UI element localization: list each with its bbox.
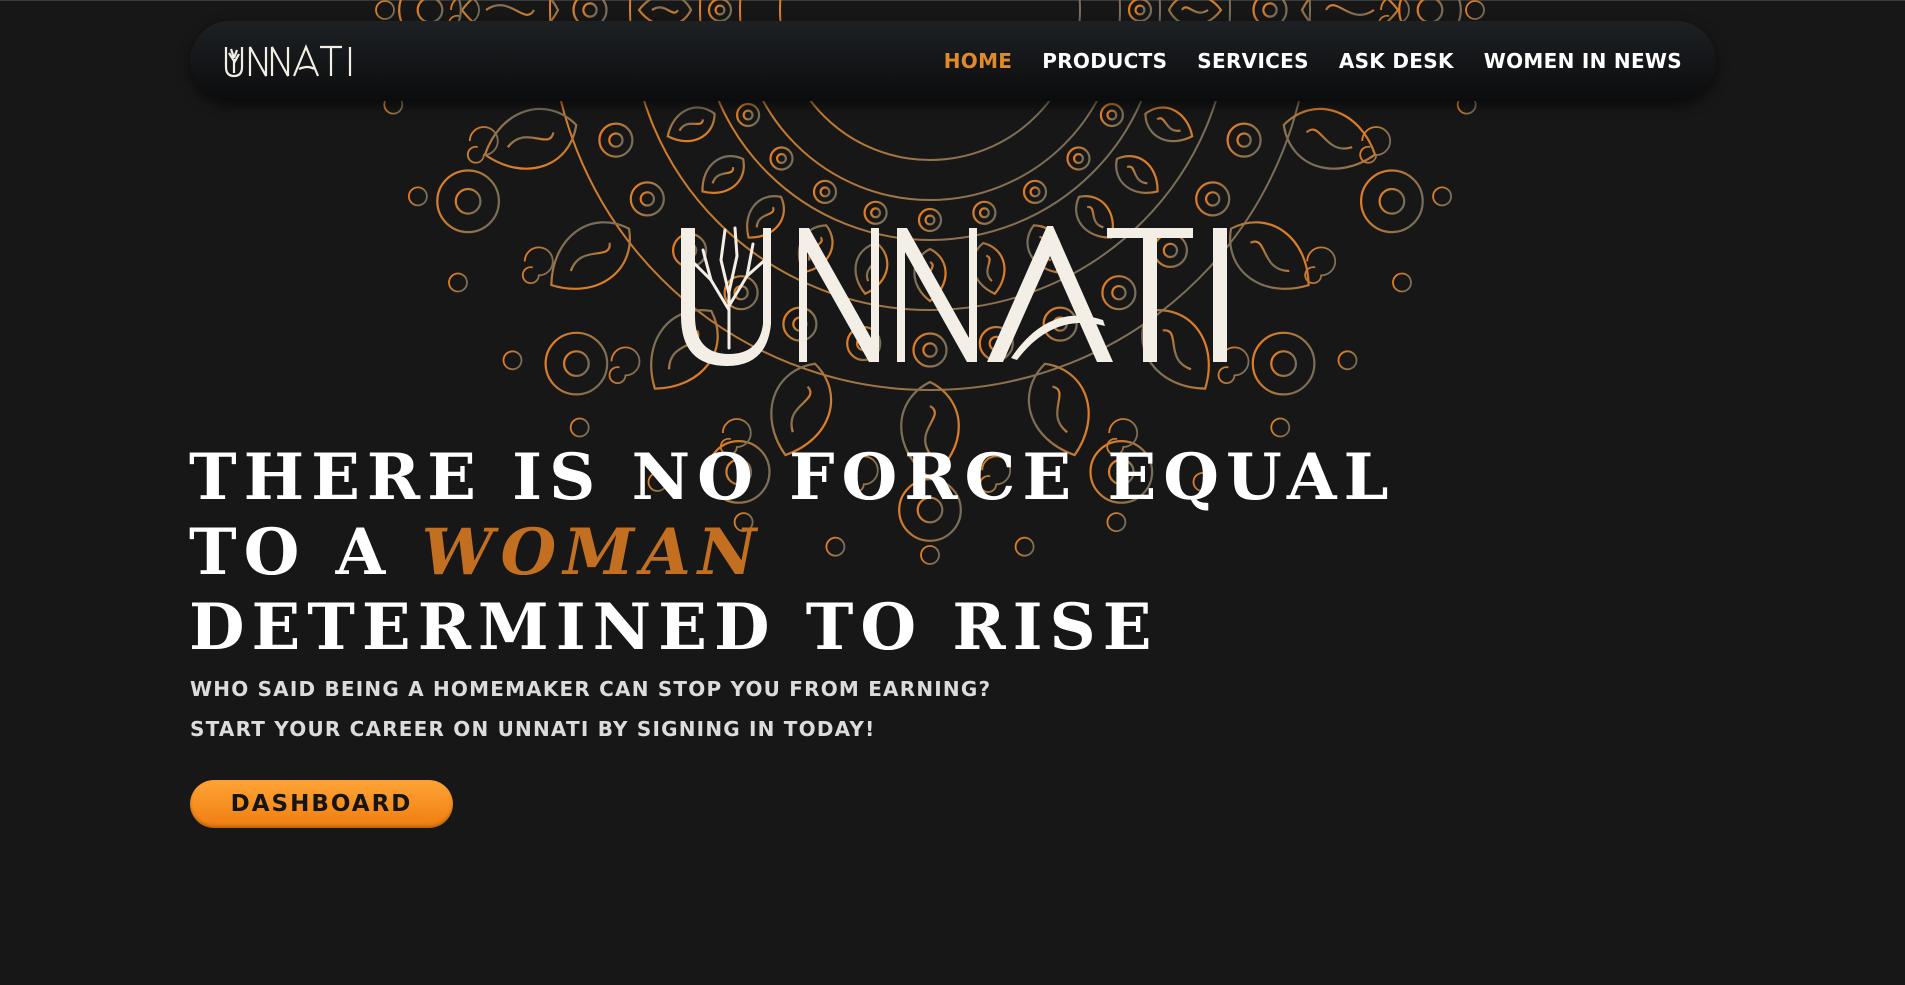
hero-headline: THERE IS NO FORCE EQUAL TO A WOMAN DETER… xyxy=(189,440,1396,665)
nav-women-in-news[interactable]: WOMEN IN NEWS xyxy=(1484,49,1682,73)
landing-page: HOME PRODUCTS SERVICES ASK DESK WOMEN IN… xyxy=(0,0,1905,985)
headline-accent-word: WOMAN xyxy=(421,515,764,590)
headline-line-1: THERE IS NO FORCE EQUAL xyxy=(189,440,1396,515)
hero-subtitle-2: START YOUR CAREER ON UNNATI BY SIGNING I… xyxy=(190,717,876,741)
unnati-logo-icon xyxy=(224,44,352,78)
hero-logo xyxy=(681,226,1227,366)
nav-services[interactable]: SERVICES xyxy=(1197,49,1309,73)
nav-home[interactable]: HOME xyxy=(944,49,1013,73)
hero-subtitle-1: WHO SAID BEING A HOMEMAKER CAN STOP YOU … xyxy=(190,677,992,701)
navbar: HOME PRODUCTS SERVICES ASK DESK WOMEN IN… xyxy=(190,21,1716,101)
headline-line-3: DETERMINED TO RISE xyxy=(189,590,1159,665)
headline-line-2: TO A WOMAN xyxy=(189,515,1396,590)
nav-logo[interactable] xyxy=(220,43,360,79)
headline-line-2-prefix: TO A xyxy=(189,515,422,590)
dashboard-button[interactable]: DASHBOARD xyxy=(190,780,453,828)
nav-products[interactable]: PRODUCTS xyxy=(1042,49,1167,73)
nav-ask-desk[interactable]: ASK DESK xyxy=(1339,49,1454,73)
nav-menu: HOME PRODUCTS SERVICES ASK DESK WOMEN IN… xyxy=(944,21,1682,101)
